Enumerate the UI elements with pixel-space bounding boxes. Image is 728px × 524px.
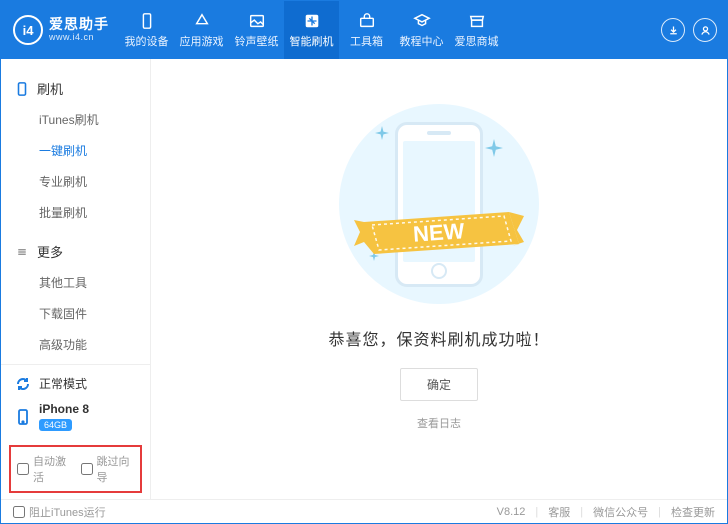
svg-text:NEW: NEW xyxy=(412,218,465,247)
tab-label: 工具箱 xyxy=(350,33,383,49)
app-url: www.i4.cn xyxy=(49,33,109,43)
store-icon xyxy=(468,12,486,30)
tab-toolbox[interactable]: 工具箱 xyxy=(339,1,394,59)
tab-ringtones[interactable]: 铃声壁纸 xyxy=(229,1,284,59)
app-logo: i4 爱思助手 www.i4.cn xyxy=(1,1,119,59)
skip-guide-checkbox[interactable]: 跳过向导 xyxy=(81,453,135,485)
tab-smart-flash[interactable]: 智能刷机 xyxy=(284,1,339,59)
logo-icon: i4 xyxy=(13,15,43,45)
tab-my-device[interactable]: 我的设备 xyxy=(119,1,174,59)
app-body: 刷机 iTunes刷机 一键刷机 专业刷机 批量刷机 更多 其他工具 下载固件 xyxy=(1,59,727,499)
apps-icon xyxy=(193,12,211,30)
success-message: 恭喜您，保资料刷机成功啦！ xyxy=(328,326,549,350)
header-right xyxy=(661,1,727,59)
block-itunes-checkbox[interactable]: 阻止iTunes运行 xyxy=(13,504,106,520)
tab-label: 教程中心 xyxy=(400,33,444,49)
divider: | xyxy=(535,506,538,518)
sparkle-icon xyxy=(375,126,389,143)
checkbox-label: 跳过向导 xyxy=(97,453,135,485)
sidebar-item-oneclick-flash[interactable]: 一键刷机 xyxy=(1,135,150,166)
storage-badge: 64GB xyxy=(39,419,72,431)
sidebar-item-pro-flash[interactable]: 专业刷机 xyxy=(1,166,150,197)
checkbox-label: 自动激活 xyxy=(33,453,71,485)
tab-label: 铃声壁纸 xyxy=(235,33,279,49)
success-illustration: NEW xyxy=(339,104,539,304)
mode-label: 正常模式 xyxy=(39,375,87,392)
phone-icon xyxy=(15,409,31,425)
sidebar-item-batch-flash[interactable]: 批量刷机 xyxy=(1,197,150,228)
sidebar-item-advanced[interactable]: 高级功能 xyxy=(1,329,150,360)
sidebar-item-other-tools[interactable]: 其他工具 xyxy=(1,267,150,298)
tab-label: 爱思商城 xyxy=(455,33,499,49)
divider: | xyxy=(580,506,583,518)
toolbox-icon xyxy=(358,12,376,30)
view-log-link[interactable]: 查看日志 xyxy=(417,415,461,431)
sidebar-header-label: 刷机 xyxy=(37,79,63,98)
sparkle-icon xyxy=(485,139,503,160)
checkbox-label: 阻止iTunes运行 xyxy=(29,504,106,520)
tab-label: 智能刷机 xyxy=(290,33,334,49)
main-content: NEW 恭喜您，保资料刷机成功啦！ 确定 查看日志 xyxy=(151,59,727,499)
sidebar-bottom: 正常模式 iPhone 8 64GB 自动激活 xyxy=(1,364,150,501)
tab-store[interactable]: 爱思商城 xyxy=(449,1,504,59)
device-icon xyxy=(138,12,156,30)
sidebar-flash-header[interactable]: 刷机 xyxy=(1,73,150,104)
footer-bar: 阻止iTunes运行 V8.12 | 客服 | 微信公众号 | 检查更新 xyxy=(1,499,727,523)
refresh-icon xyxy=(15,376,31,392)
new-ribbon: NEW xyxy=(354,202,524,272)
sidebar-item-itunes-flash[interactable]: iTunes刷机 xyxy=(1,104,150,135)
phone-icon xyxy=(15,82,29,96)
device-row[interactable]: iPhone 8 64GB xyxy=(1,398,150,439)
service-link[interactable]: 客服 xyxy=(548,504,570,520)
auto-activate-checkbox[interactable]: 自动激活 xyxy=(17,453,71,485)
header-tabs: 我的设备 应用游戏 铃声壁纸 智能刷机 工具箱 教程中心 xyxy=(119,1,661,59)
sidebar-more-header[interactable]: 更多 xyxy=(1,236,150,267)
device-name: iPhone 8 xyxy=(39,402,89,416)
tab-label: 应用游戏 xyxy=(180,33,224,49)
divider: | xyxy=(658,506,661,518)
options-highlight-box: 自动激活 跳过向导 xyxy=(9,445,142,493)
user-button[interactable] xyxy=(693,18,717,42)
tutorial-icon xyxy=(413,12,431,30)
wallpaper-icon xyxy=(248,12,266,30)
tab-label: 我的设备 xyxy=(125,33,169,49)
app-window: i4 爱思助手 www.i4.cn 我的设备 应用游戏 铃声壁纸 智能刷机 xyxy=(0,0,728,524)
version-label: V8.12 xyxy=(497,506,526,518)
device-mode[interactable]: 正常模式 xyxy=(1,365,150,398)
sidebar-header-label: 更多 xyxy=(37,242,63,261)
app-name: 爱思助手 xyxy=(49,17,109,32)
wechat-link[interactable]: 微信公众号 xyxy=(593,504,648,520)
app-header: i4 爱思助手 www.i4.cn 我的设备 应用游戏 铃声壁纸 智能刷机 xyxy=(1,1,727,59)
sidebar: 刷机 iTunes刷机 一键刷机 专业刷机 批量刷机 更多 其他工具 下载固件 xyxy=(1,59,151,499)
tab-tutorials[interactable]: 教程中心 xyxy=(394,1,449,59)
update-link[interactable]: 检查更新 xyxy=(671,504,715,520)
sidebar-item-firmware[interactable]: 下载固件 xyxy=(1,298,150,329)
tab-apps[interactable]: 应用游戏 xyxy=(174,1,229,59)
ok-button[interactable]: 确定 xyxy=(400,368,478,401)
flash-icon xyxy=(303,12,321,30)
more-icon xyxy=(15,245,29,259)
download-button[interactable] xyxy=(661,18,685,42)
